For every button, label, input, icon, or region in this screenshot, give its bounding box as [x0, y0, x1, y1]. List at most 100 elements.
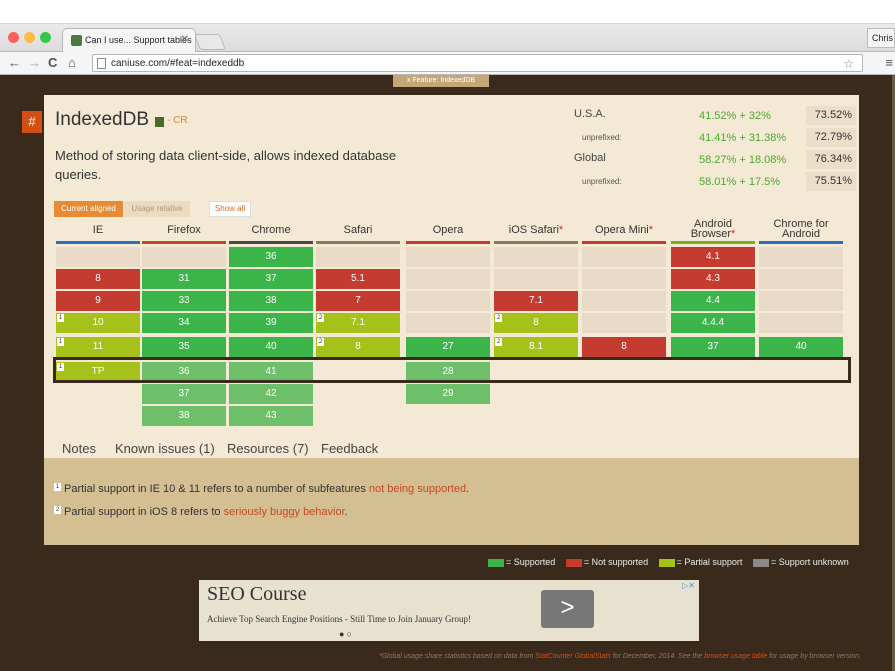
version-cell[interactable]: 11 1	[56, 337, 140, 357]
header-safari[interactable]: Safari	[316, 225, 400, 249]
version-cell[interactable]: 40	[759, 337, 843, 357]
address-bar[interactable]: caniuse.com/#feat=indexeddb ☆	[92, 54, 863, 72]
feature-card: IndexedDB - CR Method of storing data cl…	[44, 95, 859, 545]
show-all-button[interactable]: Show all	[209, 201, 251, 217]
page-icon	[97, 58, 106, 69]
current-aligned-button[interactable]: Current aligned	[54, 201, 123, 217]
header-firefox[interactable]: Firefox	[142, 225, 226, 249]
version-cell	[56, 247, 140, 267]
header-ie[interactable]: IE	[56, 225, 140, 249]
header-chrome-android[interactable]: Chrome for Android	[759, 219, 843, 243]
version-cell[interactable]: 35	[142, 337, 226, 357]
close-feature-icon[interactable]: x	[407, 77, 411, 84]
notes-panel: 1 Partial support in IE 10 & 11 refers to…	[44, 458, 859, 545]
legend-not-supported-swatch	[565, 558, 582, 567]
version-cell[interactable]: 42	[229, 384, 313, 404]
version-cell[interactable]: 82	[494, 313, 578, 333]
ad-text[interactable]: Achieve Top Search Engine Positions - St…	[207, 614, 471, 624]
version-cell[interactable]: 7.1 2	[316, 313, 400, 333]
close-tab-icon[interactable]: ✕	[181, 34, 189, 45]
version-cell[interactable]: 38	[142, 406, 226, 426]
version-cell	[759, 247, 843, 267]
version-cell	[406, 291, 490, 311]
header-android-label-2: Browser	[690, 228, 732, 240]
version-cell[interactable]: 9	[56, 291, 140, 311]
version-cell[interactable]: 29	[406, 384, 490, 404]
top-bar	[0, 0, 895, 24]
spec-document-icon[interactable]	[155, 117, 164, 127]
advertisement[interactable]: SEO Course Achieve Top Search Engine Pos…	[199, 580, 699, 641]
version-cell	[582, 291, 666, 311]
ad-carousel-dots[interactable]: ●○	[339, 629, 354, 639]
ad-choices-icon[interactable]: ▷✕	[682, 581, 695, 590]
version-cell	[406, 269, 490, 289]
ad-title[interactable]: SEO Course	[207, 583, 306, 606]
version-cell[interactable]: 10 1	[56, 313, 140, 333]
version-cell[interactable]: 31	[142, 269, 226, 289]
header-line-1	[142, 241, 226, 244]
close-window-button[interactable]	[8, 32, 19, 43]
version-cell[interactable]: 37	[142, 384, 226, 404]
version-cell[interactable]: 82	[316, 337, 400, 357]
maximize-window-button[interactable]	[40, 32, 51, 43]
note-2-end: .	[344, 506, 348, 518]
version-cell[interactable]: 27	[406, 337, 490, 357]
version-cell[interactable]: 7	[316, 291, 400, 311]
version-cell[interactable]: 40	[229, 337, 313, 357]
usage-table-link[interactable]: browser usage table	[704, 653, 767, 660]
usage-relative-button[interactable]: Usage relative	[124, 201, 190, 217]
version-cell[interactable]: 8	[582, 337, 666, 357]
reload-icon[interactable]: C	[48, 55, 57, 71]
version-cell[interactable]: 38	[229, 291, 313, 311]
spec-status[interactable]: - CR	[167, 115, 188, 126]
version-cell[interactable]: 7.1	[494, 291, 578, 311]
note-2-link[interactable]: seriously buggy behavior	[224, 506, 345, 518]
statcounter-link[interactable]: StatCounter GlobalStats	[535, 653, 611, 660]
feature-anchor-link[interactable]: #	[22, 111, 42, 133]
header-android-browser[interactable]: Android Browser*	[671, 219, 755, 243]
version-cell[interactable]: 34	[142, 313, 226, 333]
version-cell[interactable]: 4.4	[671, 291, 755, 311]
version-cell[interactable]: 43	[229, 406, 313, 426]
header-ios-safari[interactable]: iOS Safari*	[494, 225, 578, 249]
browser-tab[interactable]: Can I use... Support tables ✕	[62, 28, 196, 52]
home-icon[interactable]: ⌂	[68, 55, 76, 71]
ios-safari-star: *	[558, 224, 564, 236]
menu-icon[interactable]: ≡	[885, 55, 893, 70]
back-icon[interactable]: ←	[8, 55, 21, 71]
feature-tab-text: Feature: IndexedDB	[412, 77, 476, 84]
version-cell[interactable]: 4.4.4	[671, 313, 755, 333]
bookmark-star-icon[interactable]: ☆	[843, 57, 854, 71]
note-marker: 2	[495, 314, 502, 322]
minimize-window-button[interactable]	[24, 32, 35, 43]
version-cell[interactable]: 37	[229, 269, 313, 289]
version-cell[interactable]: 33	[142, 291, 226, 311]
profile-button[interactable]: Chris	[867, 28, 895, 48]
header-opera[interactable]: Opera	[406, 225, 490, 249]
version-cell[interactable]: 8	[56, 269, 140, 289]
version-cell	[406, 247, 490, 267]
caniuse-favicon-icon	[71, 35, 82, 46]
legend-partial: = Partial support	[676, 557, 743, 567]
version-cell[interactable]: 36	[229, 247, 313, 267]
version-cell[interactable]: 4.3	[671, 269, 755, 289]
opera-mini-star: *	[648, 224, 654, 236]
global-total: 76.34%	[806, 150, 856, 169]
new-tab-button[interactable]	[194, 34, 226, 50]
version-cell[interactable]: 4.1	[671, 247, 755, 267]
note-1-link[interactable]: not being supported	[369, 483, 466, 495]
header-chrome[interactable]: Chrome	[229, 225, 313, 249]
feature-tab-label[interactable]: x Feature: IndexedDB	[393, 75, 489, 87]
note-marker: 2	[317, 338, 324, 346]
footer-text-3: for usage by browser version.	[767, 653, 861, 660]
global-unprefixed-total: 75.51%	[806, 172, 856, 191]
global-breakdown: 58.27% + 18.08%	[699, 154, 787, 166]
version-cell[interactable]: 5.1	[316, 269, 400, 289]
version-cell[interactable]: 39	[229, 313, 313, 333]
ad-next-arrow-icon[interactable]: >	[541, 590, 594, 628]
footer-text-1: *Global usage share statistics based on …	[378, 653, 536, 660]
forward-icon[interactable]: →	[28, 55, 41, 71]
version-cell[interactable]: 37	[671, 337, 755, 357]
header-opera-mini[interactable]: Opera Mini*	[582, 225, 666, 249]
version-cell[interactable]: 8.1 2	[494, 337, 578, 357]
